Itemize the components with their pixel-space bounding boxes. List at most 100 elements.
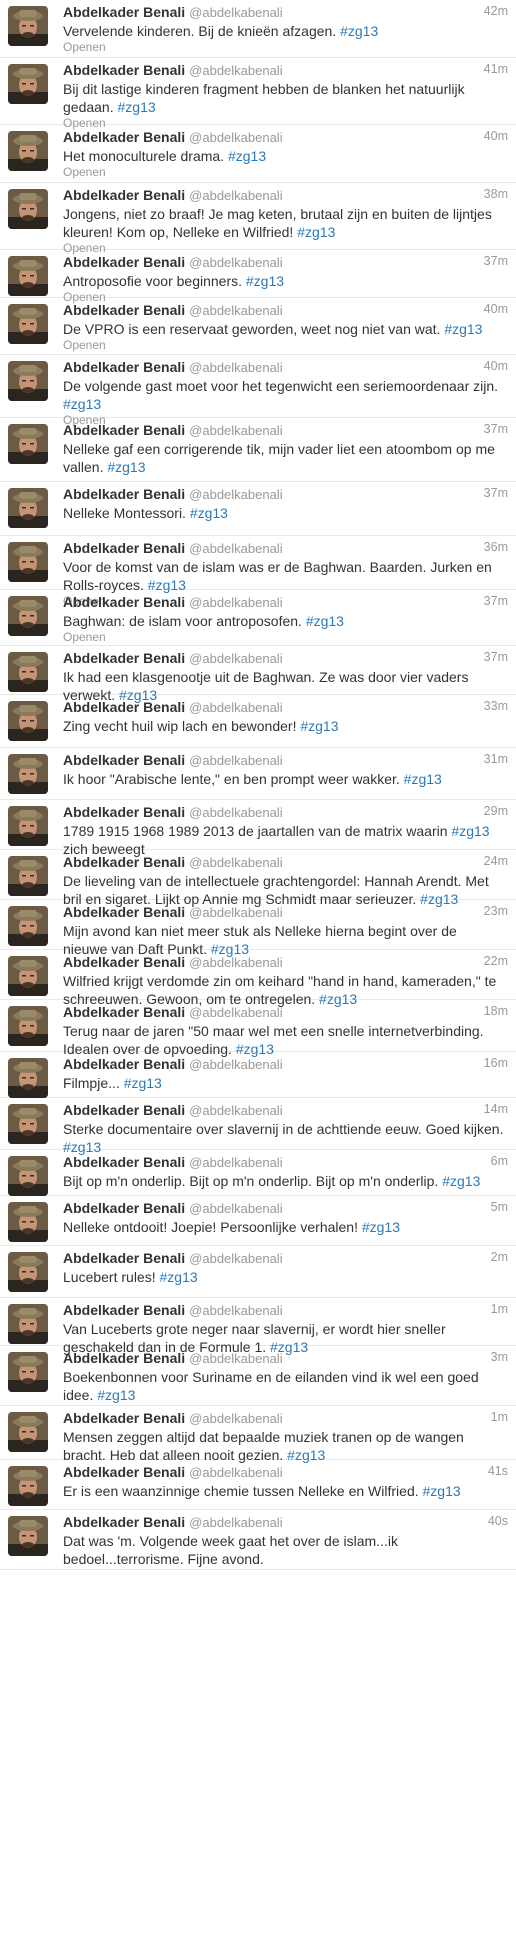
author-handle[interactable]: @abdelkabenali	[189, 1351, 282, 1366]
timestamp[interactable]: 42m	[484, 4, 508, 18]
author-handle[interactable]: @abdelkabenali	[189, 1303, 282, 1318]
hashtag-link[interactable]: #zg13	[306, 613, 344, 629]
author-handle[interactable]: @abdelkabenali	[189, 1251, 282, 1266]
avatar[interactable]	[8, 488, 48, 528]
author-handle[interactable]: @abdelkabenali	[189, 130, 282, 145]
avatar[interactable]	[8, 956, 48, 996]
expand-link[interactable]: Openen	[63, 338, 106, 352]
timestamp[interactable]: 41m	[484, 62, 508, 76]
author-handle[interactable]: @abdelkabenali	[189, 700, 282, 715]
avatar[interactable]	[8, 1058, 48, 1098]
timestamp[interactable]: 6m	[491, 1154, 508, 1168]
timestamp[interactable]: 23m	[484, 904, 508, 918]
timestamp[interactable]: 37m	[484, 594, 508, 608]
tweet[interactable]: Abdelkader Benali @abdelkabenali 40s Dat wa…	[0, 1510, 516, 1570]
avatar[interactable]	[8, 856, 48, 896]
author-name[interactable]: Abdelkader Benali	[63, 650, 185, 666]
tweet[interactable]: Abdelkader Benali @abdelkabenali 38m Jongen…	[0, 183, 516, 255]
tweet[interactable]: Abdelkader Benali @abdelkabenali 5m Nelleke…	[0, 1196, 516, 1246]
timestamp[interactable]: 40m	[484, 359, 508, 373]
author-handle[interactable]: @abdelkabenali	[189, 1201, 282, 1216]
avatar[interactable]	[8, 1202, 48, 1242]
tweet[interactable]: Abdelkader Benali @abdelkabenali 1m Mensen …	[0, 1406, 516, 1463]
avatar[interactable]	[8, 906, 48, 946]
timestamp[interactable]: 40m	[484, 129, 508, 143]
tweet[interactable]: Abdelkader Benali @abdelkabenali 37m Antrop…	[0, 250, 516, 304]
author-name[interactable]: Abdelkader Benali	[63, 1004, 185, 1020]
timestamp[interactable]: 38m	[484, 187, 508, 201]
tweet[interactable]: Abdelkader Benali @abdelkabenali 36m Voor d…	[0, 536, 516, 608]
tweet[interactable]: Abdelkader Benali @abdelkabenali 16m Filmpj…	[0, 1052, 516, 1098]
tweet[interactable]: Abdelkader Benali @abdelkabenali 33m Zing v…	[0, 695, 516, 748]
hashtag-link[interactable]: #zg13	[362, 1219, 400, 1235]
author-handle[interactable]: @abdelkabenali	[189, 423, 282, 438]
tweet[interactable]: Abdelkader Benali @abdelkabenali 2m Luceber…	[0, 1246, 516, 1298]
avatar[interactable]	[8, 701, 48, 741]
avatar[interactable]	[8, 754, 48, 794]
timestamp[interactable]: 36m	[484, 540, 508, 554]
author-name[interactable]: Abdelkader Benali	[63, 1464, 185, 1480]
hashtag-link[interactable]: #zg13	[63, 396, 101, 412]
hashtag-link[interactable]: #zg13	[442, 1173, 480, 1189]
avatar[interactable]	[8, 1412, 48, 1452]
timestamp[interactable]: 31m	[484, 752, 508, 766]
author-handle[interactable]: @abdelkabenali	[189, 1411, 282, 1426]
timestamp[interactable]: 33m	[484, 699, 508, 713]
author-name[interactable]: Abdelkader Benali	[63, 359, 185, 375]
author-handle[interactable]: @abdelkabenali	[189, 1465, 282, 1480]
author-name[interactable]: Abdelkader Benali	[63, 422, 185, 438]
hashtag-link[interactable]: #zg13	[246, 273, 284, 289]
tweet[interactable]: Abdelkader Benali @abdelkabenali 31m Ik hoo…	[0, 748, 516, 800]
avatar[interactable]	[8, 189, 48, 229]
avatar[interactable]	[8, 1252, 48, 1292]
hashtag-link[interactable]: #zg13	[423, 1483, 461, 1499]
avatar[interactable]	[8, 256, 48, 296]
tweet[interactable]: Abdelkader Benali @abdelkabenali 3m Boekenb…	[0, 1346, 516, 1406]
author-name[interactable]: Abdelkader Benali	[63, 804, 185, 820]
author-name[interactable]: Abdelkader Benali	[63, 4, 185, 20]
tweet[interactable]: Abdelkader Benali @abdelkabenali 23m Mijn a…	[0, 900, 516, 957]
tweet[interactable]: Abdelkader Benali @abdelkabenali 37m Baghwa…	[0, 590, 516, 646]
tweet[interactable]: Abdelkader Benali @abdelkabenali 37m Ik had…	[0, 646, 516, 703]
hashtag-link[interactable]: #zg13	[444, 321, 482, 337]
author-handle[interactable]: @abdelkabenali	[189, 651, 282, 666]
avatar[interactable]	[8, 424, 48, 464]
author-name[interactable]: Abdelkader Benali	[63, 254, 185, 270]
author-handle[interactable]: @abdelkabenali	[189, 303, 282, 318]
author-handle[interactable]: @abdelkabenali	[189, 1057, 282, 1072]
author-name[interactable]: Abdelkader Benali	[63, 1154, 185, 1170]
timestamp[interactable]: 14m	[484, 1102, 508, 1116]
avatar[interactable]	[8, 1156, 48, 1196]
hashtag-link[interactable]: #zg13	[228, 148, 266, 164]
timestamp[interactable]: 37m	[484, 650, 508, 664]
avatar[interactable]	[8, 1104, 48, 1144]
author-handle[interactable]: @abdelkabenali	[189, 1515, 282, 1530]
author-name[interactable]: Abdelkader Benali	[63, 540, 185, 556]
avatar[interactable]	[8, 542, 48, 582]
avatar[interactable]	[8, 131, 48, 171]
author-name[interactable]: Abdelkader Benali	[63, 1102, 185, 1118]
expand-link[interactable]: Openen	[63, 165, 106, 179]
avatar[interactable]	[8, 1304, 48, 1344]
avatar[interactable]	[8, 1006, 48, 1046]
hashtag-link[interactable]: #zg13	[404, 771, 442, 787]
author-handle[interactable]: @abdelkabenali	[189, 905, 282, 920]
timestamp[interactable]: 1m	[491, 1302, 508, 1316]
hashtag-link[interactable]: #zg13	[300, 718, 338, 734]
timestamp[interactable]: 16m	[484, 1056, 508, 1070]
author-name[interactable]: Abdelkader Benali	[63, 594, 185, 610]
tweet[interactable]: Abdelkader Benali @abdelkabenali 29m 1789 1…	[0, 800, 516, 857]
author-handle[interactable]: @abdelkabenali	[189, 1155, 282, 1170]
tweet[interactable]: Abdelkader Benali @abdelkabenali 37m Nellek…	[0, 482, 516, 536]
timestamp[interactable]: 41s	[488, 1464, 508, 1478]
author-handle[interactable]: @abdelkabenali	[189, 805, 282, 820]
timestamp[interactable]: 5m	[491, 1200, 508, 1214]
avatar[interactable]	[8, 652, 48, 692]
author-name[interactable]: Abdelkader Benali	[63, 752, 185, 768]
author-handle[interactable]: @abdelkabenali	[189, 955, 282, 970]
timestamp[interactable]: 40m	[484, 302, 508, 316]
tweet[interactable]: Abdelkader Benali @abdelkabenali 40m De vol…	[0, 355, 516, 427]
author-name[interactable]: Abdelkader Benali	[63, 954, 185, 970]
avatar[interactable]	[8, 64, 48, 104]
avatar[interactable]	[8, 6, 48, 46]
